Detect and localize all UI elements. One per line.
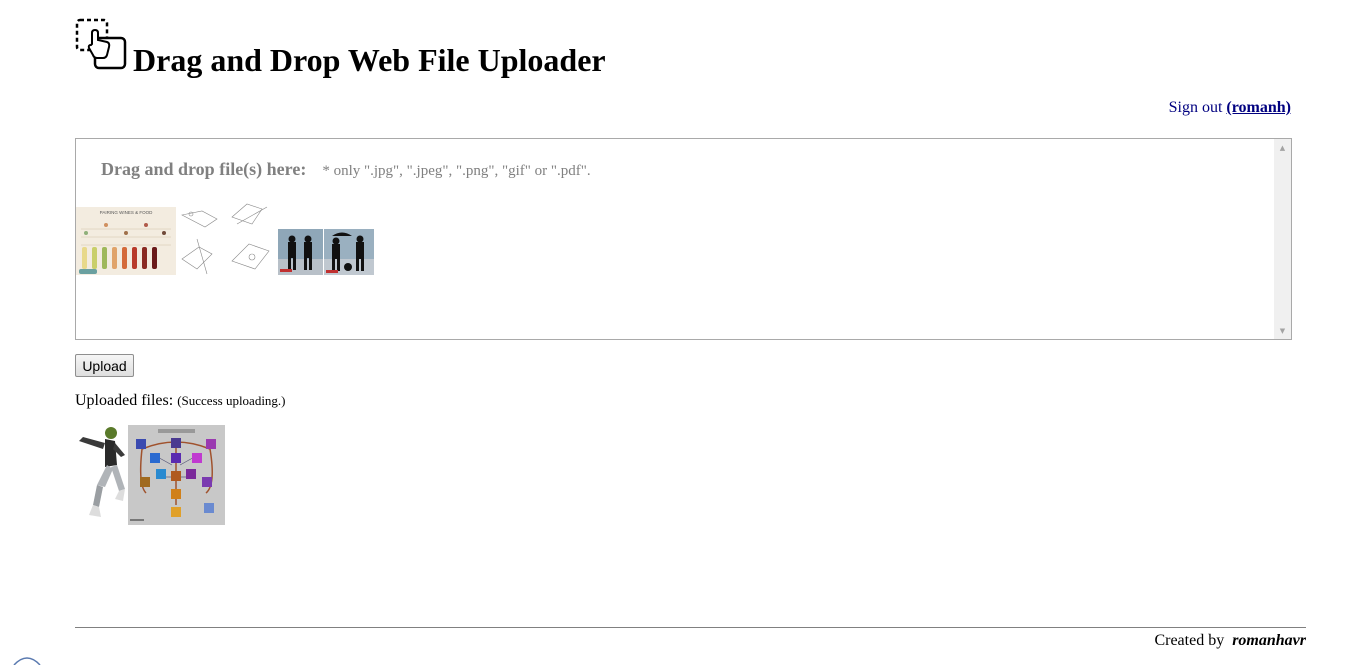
- thumbnail-mechanical-drawing[interactable]: [177, 199, 277, 277]
- page-title: Drag and Drop Web File Uploader: [133, 42, 606, 78]
- author-name: romanhavr: [1232, 632, 1306, 649]
- corner-badge-icon[interactable]: [12, 657, 42, 665]
- dropzone-scrollbar[interactable]: ▲ ▼: [1274, 139, 1291, 339]
- uploaded-files-label: Uploaded files:: [75, 392, 174, 409]
- upload-button[interactable]: Upload: [75, 354, 134, 377]
- footer: Created by romanhavr: [1154, 632, 1306, 650]
- footer-divider: [75, 627, 1306, 628]
- thumbnail-people-photo-1[interactable]: [278, 229, 323, 275]
- upload-status: (Success uploading.): [177, 393, 286, 408]
- page: Drag and Drop Web File Uploader Sign out…: [0, 0, 1366, 665]
- scroll-down-icon[interactable]: ▼: [1274, 322, 1291, 339]
- signout-text: Sign out: [1168, 99, 1223, 116]
- uploaded-thumbnail-skill-tree[interactable]: [128, 425, 225, 525]
- account-bar: Sign out (romanh): [1169, 99, 1291, 117]
- drop-zone-label: Drag and drop file(s) here:: [101, 159, 307, 179]
- drop-zone[interactable]: Drag and drop file(s) here: * only ".jpg…: [75, 138, 1292, 340]
- file-type-note: * only ".jpg", ".jpeg", ".png", "gif" or…: [322, 163, 591, 179]
- created-by-label: Created by: [1154, 632, 1225, 649]
- signout-link[interactable]: (romanh): [1226, 99, 1291, 116]
- thumbnail-caption: PAIRING WINES & FOOD: [100, 210, 153, 215]
- thumbnail-people-photo-2[interactable]: [324, 229, 374, 275]
- uploaded-files-heading: Uploaded files: (Success uploading.): [75, 392, 286, 410]
- uploaded-thumbnail-dancer[interactable]: [75, 425, 127, 525]
- drag-drop-icon: [75, 18, 127, 70]
- thumbnail-wine-pairing[interactable]: PAIRING WINES & FOOD: [76, 207, 176, 275]
- scroll-up-icon[interactable]: ▲: [1274, 139, 1291, 156]
- drop-zone-header: Drag and drop file(s) here: * only ".jpg…: [101, 159, 591, 180]
